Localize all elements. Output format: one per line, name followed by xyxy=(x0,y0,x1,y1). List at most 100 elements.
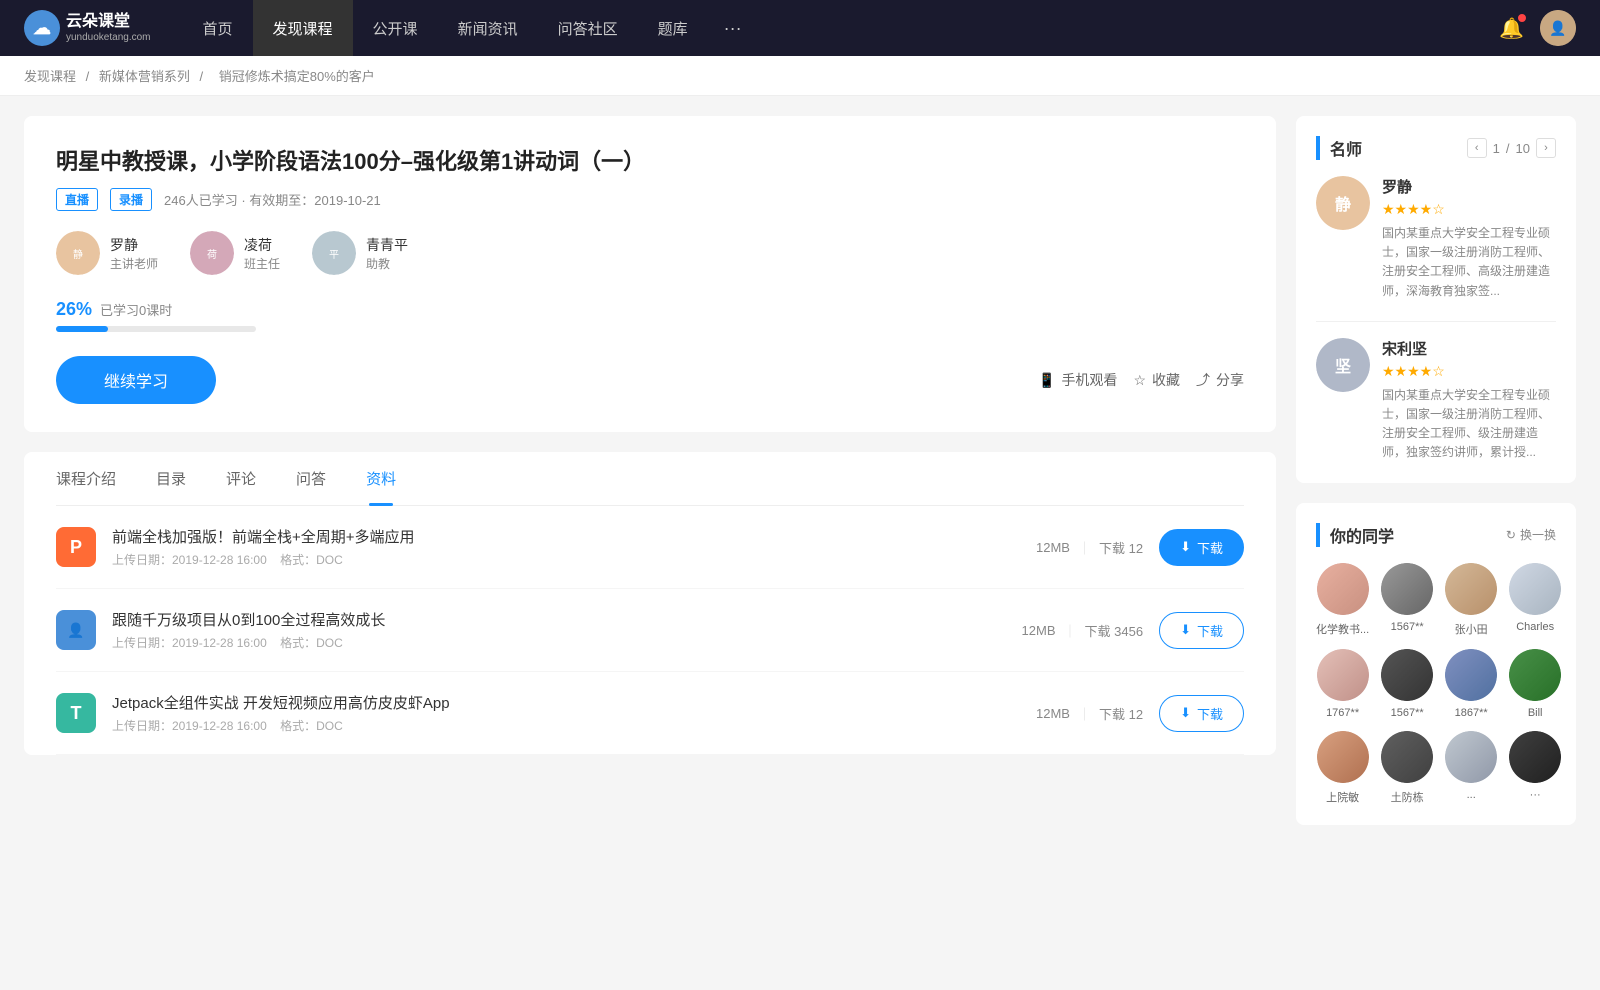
classmate-item-11[interactable]: ··· xyxy=(1509,731,1561,805)
classmates-sidebar-card: 你的同学 ↻ 换一换 化学教书... xyxy=(1296,503,1576,825)
teachers-sidebar-card: 名师 ‹ 1 / 10 › 静 罗静 ★★★★☆ 国内某重点大学安全工程专业硕士… xyxy=(1296,116,1576,483)
classmate-name-3: Charles xyxy=(1509,621,1561,633)
teacher-item-1: 荷 凌荷 班主任 xyxy=(190,231,280,275)
classmate-item-6[interactable]: 1867** xyxy=(1445,649,1497,719)
resource-item-1: 👤 跟随千万级项目从0到100全过程高效成长 上传日期：2019-12-28 1… xyxy=(56,589,1244,672)
download-button-0[interactable]: ⬇ 下载 xyxy=(1159,529,1244,566)
classmate-item-5[interactable]: 1567** xyxy=(1381,649,1433,719)
tab-qa[interactable]: 问答 xyxy=(276,452,346,505)
resource-icon-0: P xyxy=(56,527,96,567)
teachers-card-title: 名师 xyxy=(1316,136,1362,160)
classmate-name-5: 1567** xyxy=(1381,707,1433,719)
sidebar-teacher-desc-1: 国内某重点大学安全工程专业硕士，国家一级注册消防工程师、注册安全工程师、级注册建… xyxy=(1382,386,1556,463)
classmate-name-7: Bill xyxy=(1509,707,1561,719)
classmate-item-10[interactable]: ... xyxy=(1445,731,1497,805)
user-avatar[interactable]: 👤 xyxy=(1540,10,1576,46)
classmate-name-6: 1867** xyxy=(1445,707,1497,719)
classmate-item-7[interactable]: Bill xyxy=(1509,649,1561,719)
collect-button[interactable]: ☆ 收藏 xyxy=(1133,370,1180,390)
badge-live: 直播 xyxy=(56,188,98,211)
teacher-divider xyxy=(1316,321,1556,322)
course-title: 明星中教授课，小学阶段语法100分–强化级第1讲动词（一） xyxy=(56,144,1244,176)
resource-stats-1: 12MB ｜ 下载 3456 xyxy=(1022,621,1144,640)
course-meta: 直播 录播 246人已学习 · 有效期至：2019-10-21 xyxy=(56,188,1244,211)
mobile-watch-button[interactable]: 📱 手机观看 xyxy=(1038,370,1117,390)
nav-home[interactable]: 首页 xyxy=(183,0,253,56)
classmate-name-9: 土防栋 xyxy=(1381,789,1433,805)
resource-icon-1: 👤 xyxy=(56,610,96,650)
mobile-icon: 📱 xyxy=(1038,372,1055,389)
page-total: 10 xyxy=(1516,141,1530,156)
classmate-name-2: 张小田 xyxy=(1445,621,1497,637)
progress-bar-fill xyxy=(56,326,108,332)
right-sidebar: 名师 ‹ 1 / 10 › 静 罗静 ★★★★☆ 国内某重点大学安全工程专业硕士… xyxy=(1296,116,1576,845)
resource-name-0: 前端全栈加强版！前端全栈+全周期+多端应用 xyxy=(112,526,1020,547)
resource-item-0: P 前端全栈加强版！前端全栈+全周期+多端应用 上传日期：2019-12-28 … xyxy=(56,506,1244,589)
refresh-button[interactable]: ↻ 换一换 xyxy=(1506,526,1556,543)
course-actions: 继续学习 📱 手机观看 ☆ 收藏 ⤴ 分享 xyxy=(56,356,1244,404)
resource-meta-2: 上传日期：2019-12-28 16:00 格式：DOC xyxy=(112,717,1020,734)
nav-discover[interactable]: 发现课程 xyxy=(253,0,353,56)
classmate-avatar-0 xyxy=(1317,563,1369,615)
classmate-avatar-1 xyxy=(1381,563,1433,615)
share-button[interactable]: ⤴ 分享 xyxy=(1196,370,1244,390)
nav-more[interactable]: ··· xyxy=(708,0,758,56)
classmates-title: 你的同学 xyxy=(1316,523,1394,547)
bell-icon[interactable]: 🔔 xyxy=(1499,16,1524,41)
teacher-info-2: 青青平 助教 xyxy=(366,235,408,272)
classmate-avatar-5 xyxy=(1381,649,1433,701)
classmate-item-9[interactable]: 土防栋 xyxy=(1381,731,1433,805)
classmates-grid: 化学教书... 1567** xyxy=(1316,563,1556,805)
nav-exam[interactable]: 题库 xyxy=(638,0,708,56)
sidebar-teacher-stars-0: ★★★★☆ xyxy=(1382,201,1556,218)
teacher-item-2: 平 青青平 助教 xyxy=(312,231,408,275)
sidebar-teacher-stars-1: ★★★★☆ xyxy=(1382,363,1556,380)
classmate-item-8[interactable]: 上院敏 xyxy=(1316,731,1369,805)
nav-qa[interactable]: 问答社区 xyxy=(538,0,638,56)
classmate-item-3[interactable]: Charles xyxy=(1509,563,1561,637)
notification-dot xyxy=(1518,14,1526,22)
progress-percent: 26% xyxy=(56,299,92,320)
logo-text: 云朵课堂 yunduoketang.com xyxy=(66,12,151,43)
teacher-avatar-1: 荷 xyxy=(190,231,234,275)
resource-info-1: 跟随千万级项目从0到100全过程高效成长 上传日期：2019-12-28 16:… xyxy=(112,609,1006,651)
breadcrumb-link-series[interactable]: 新媒体营销系列 xyxy=(99,69,190,84)
classmate-avatar-4 xyxy=(1317,649,1369,701)
download-button-2[interactable]: ⬇ 下载 xyxy=(1159,695,1244,732)
sidebar-teacher-desc-0: 国内某重点大学安全工程专业硕士，国家一级注册消防工程师、注册安全工程师、高级注册… xyxy=(1382,224,1556,301)
nav-open[interactable]: 公开课 xyxy=(353,0,438,56)
next-page-button[interactable]: › xyxy=(1536,138,1556,158)
tab-comments[interactable]: 评论 xyxy=(206,452,276,505)
logo[interactable]: ☁ 云朵课堂 yunduoketang.com xyxy=(24,10,151,46)
tab-catalog[interactable]: 目录 xyxy=(136,452,206,505)
classmate-item-0[interactable]: 化学教书... xyxy=(1316,563,1369,637)
teacher-avatar-0: 静 xyxy=(56,231,100,275)
action-buttons: 📱 手机观看 ☆ 收藏 ⤴ 分享 xyxy=(1038,370,1244,390)
classmate-name-8: 上院敏 xyxy=(1316,789,1369,805)
classmate-item-2[interactable]: 张小田 xyxy=(1445,563,1497,637)
nav-news[interactable]: 新闻资讯 xyxy=(438,0,538,56)
main-layout: 明星中教授课，小学阶段语法100分–强化级第1讲动词（一） 直播 录播 246人… xyxy=(0,96,1600,865)
tab-intro[interactable]: 课程介绍 xyxy=(56,452,136,505)
refresh-icon: ↻ xyxy=(1506,528,1516,542)
tab-materials[interactable]: 资料 xyxy=(346,452,416,505)
classmate-item-4[interactable]: 1767** xyxy=(1316,649,1369,719)
sidebar-teacher-avatar-0: 静 xyxy=(1316,176,1370,230)
breadcrumb-link-discover[interactable]: 发现课程 xyxy=(24,69,76,84)
teacher-item-0: 静 罗静 主讲老师 xyxy=(56,231,158,275)
resource-meta-1: 上传日期：2019-12-28 16:00 格式：DOC xyxy=(112,634,1006,651)
progress-label: 已学习0课时 xyxy=(100,300,172,319)
progress-section: 26% 已学习0课时 xyxy=(56,299,1244,332)
classmate-name-10: ... xyxy=(1445,789,1497,801)
star-icon: ☆ xyxy=(1133,372,1146,389)
resource-icon-2: T xyxy=(56,693,96,733)
prev-page-button[interactable]: ‹ xyxy=(1467,138,1487,158)
sidebar-teacher-avatar-1: 坚 xyxy=(1316,338,1370,392)
classmate-item-1[interactable]: 1567** xyxy=(1381,563,1433,637)
breadcrumb: 发现课程 / 新媒体营销系列 / 销冠修炼术搞定80%的客户 xyxy=(0,56,1600,96)
resource-stats-0: 12MB ｜ 下载 12 xyxy=(1036,538,1143,557)
continue-button[interactable]: 继续学习 xyxy=(56,356,216,404)
classmate-name-1: 1567** xyxy=(1381,621,1433,633)
logo-icon: ☁ xyxy=(24,10,60,46)
download-button-1[interactable]: ⬇ 下载 xyxy=(1159,612,1244,649)
